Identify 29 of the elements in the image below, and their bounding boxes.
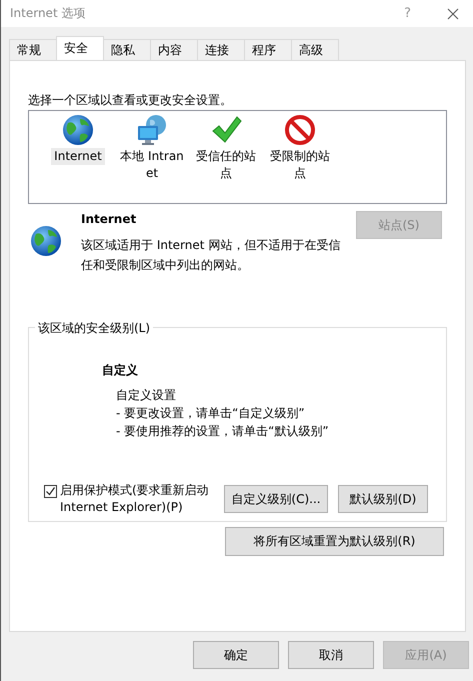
computer-globe-icon <box>136 114 168 146</box>
level-description: 自定义设置 <box>116 387 177 404</box>
reset-button[interactable]: 将所有区域重置为默认级别(R) <box>225 527 444 556</box>
zone-title: Internet <box>81 211 138 228</box>
checkbox-label: 启用保护模式(要求重新启动 Internet Explorer)(P) <box>60 482 210 516</box>
dialog-button[interactable]: 取消 <box>288 641 374 669</box>
tab[interactable]: 高级 <box>291 39 339 60</box>
level-description: - 要使用推荐的设置，请单击“默认级别” <box>116 423 330 440</box>
zone-item[interactable]: 受限制的站点 <box>268 148 332 182</box>
checkbox[interactable] <box>44 485 57 498</box>
level-button[interactable]: 自定义级别(C)... <box>224 485 328 513</box>
globe-icon <box>30 225 62 257</box>
dialog-button[interactable]: 确定 <box>193 641 279 669</box>
group-label: 该区域的安全级别(L) <box>35 320 154 336</box>
prohibited-icon <box>284 114 316 146</box>
level-name: 自定义 <box>102 362 139 379</box>
zone-list[interactable]: Internet 本地 Intranet 受信任的站点 受限制的站点 <box>28 110 447 204</box>
level-button[interactable]: 默认级别(D) <box>338 485 428 513</box>
zone-description: 该区域适用于 Internet 网站，但不适用于在受信任和受限制区域中列出的网站。 <box>81 237 342 274</box>
tab[interactable]: 常规 <box>9 39 57 60</box>
zone-item[interactable]: Internet <box>51 148 105 165</box>
globe-icon <box>62 114 94 146</box>
zone-item[interactable]: 本地 Intranet <box>120 148 184 182</box>
window-title: Internet 选项 <box>10 5 86 22</box>
tab[interactable]: 安全 <box>56 36 104 60</box>
zone-item[interactable]: 受信任的站点 <box>194 148 258 182</box>
level-description: - 要更改设置，请单击“自定义级别” <box>116 405 306 422</box>
instruction-text: 选择一个区域以查看或更改安全设置。 <box>28 92 233 109</box>
close-icon[interactable] <box>447 8 459 20</box>
